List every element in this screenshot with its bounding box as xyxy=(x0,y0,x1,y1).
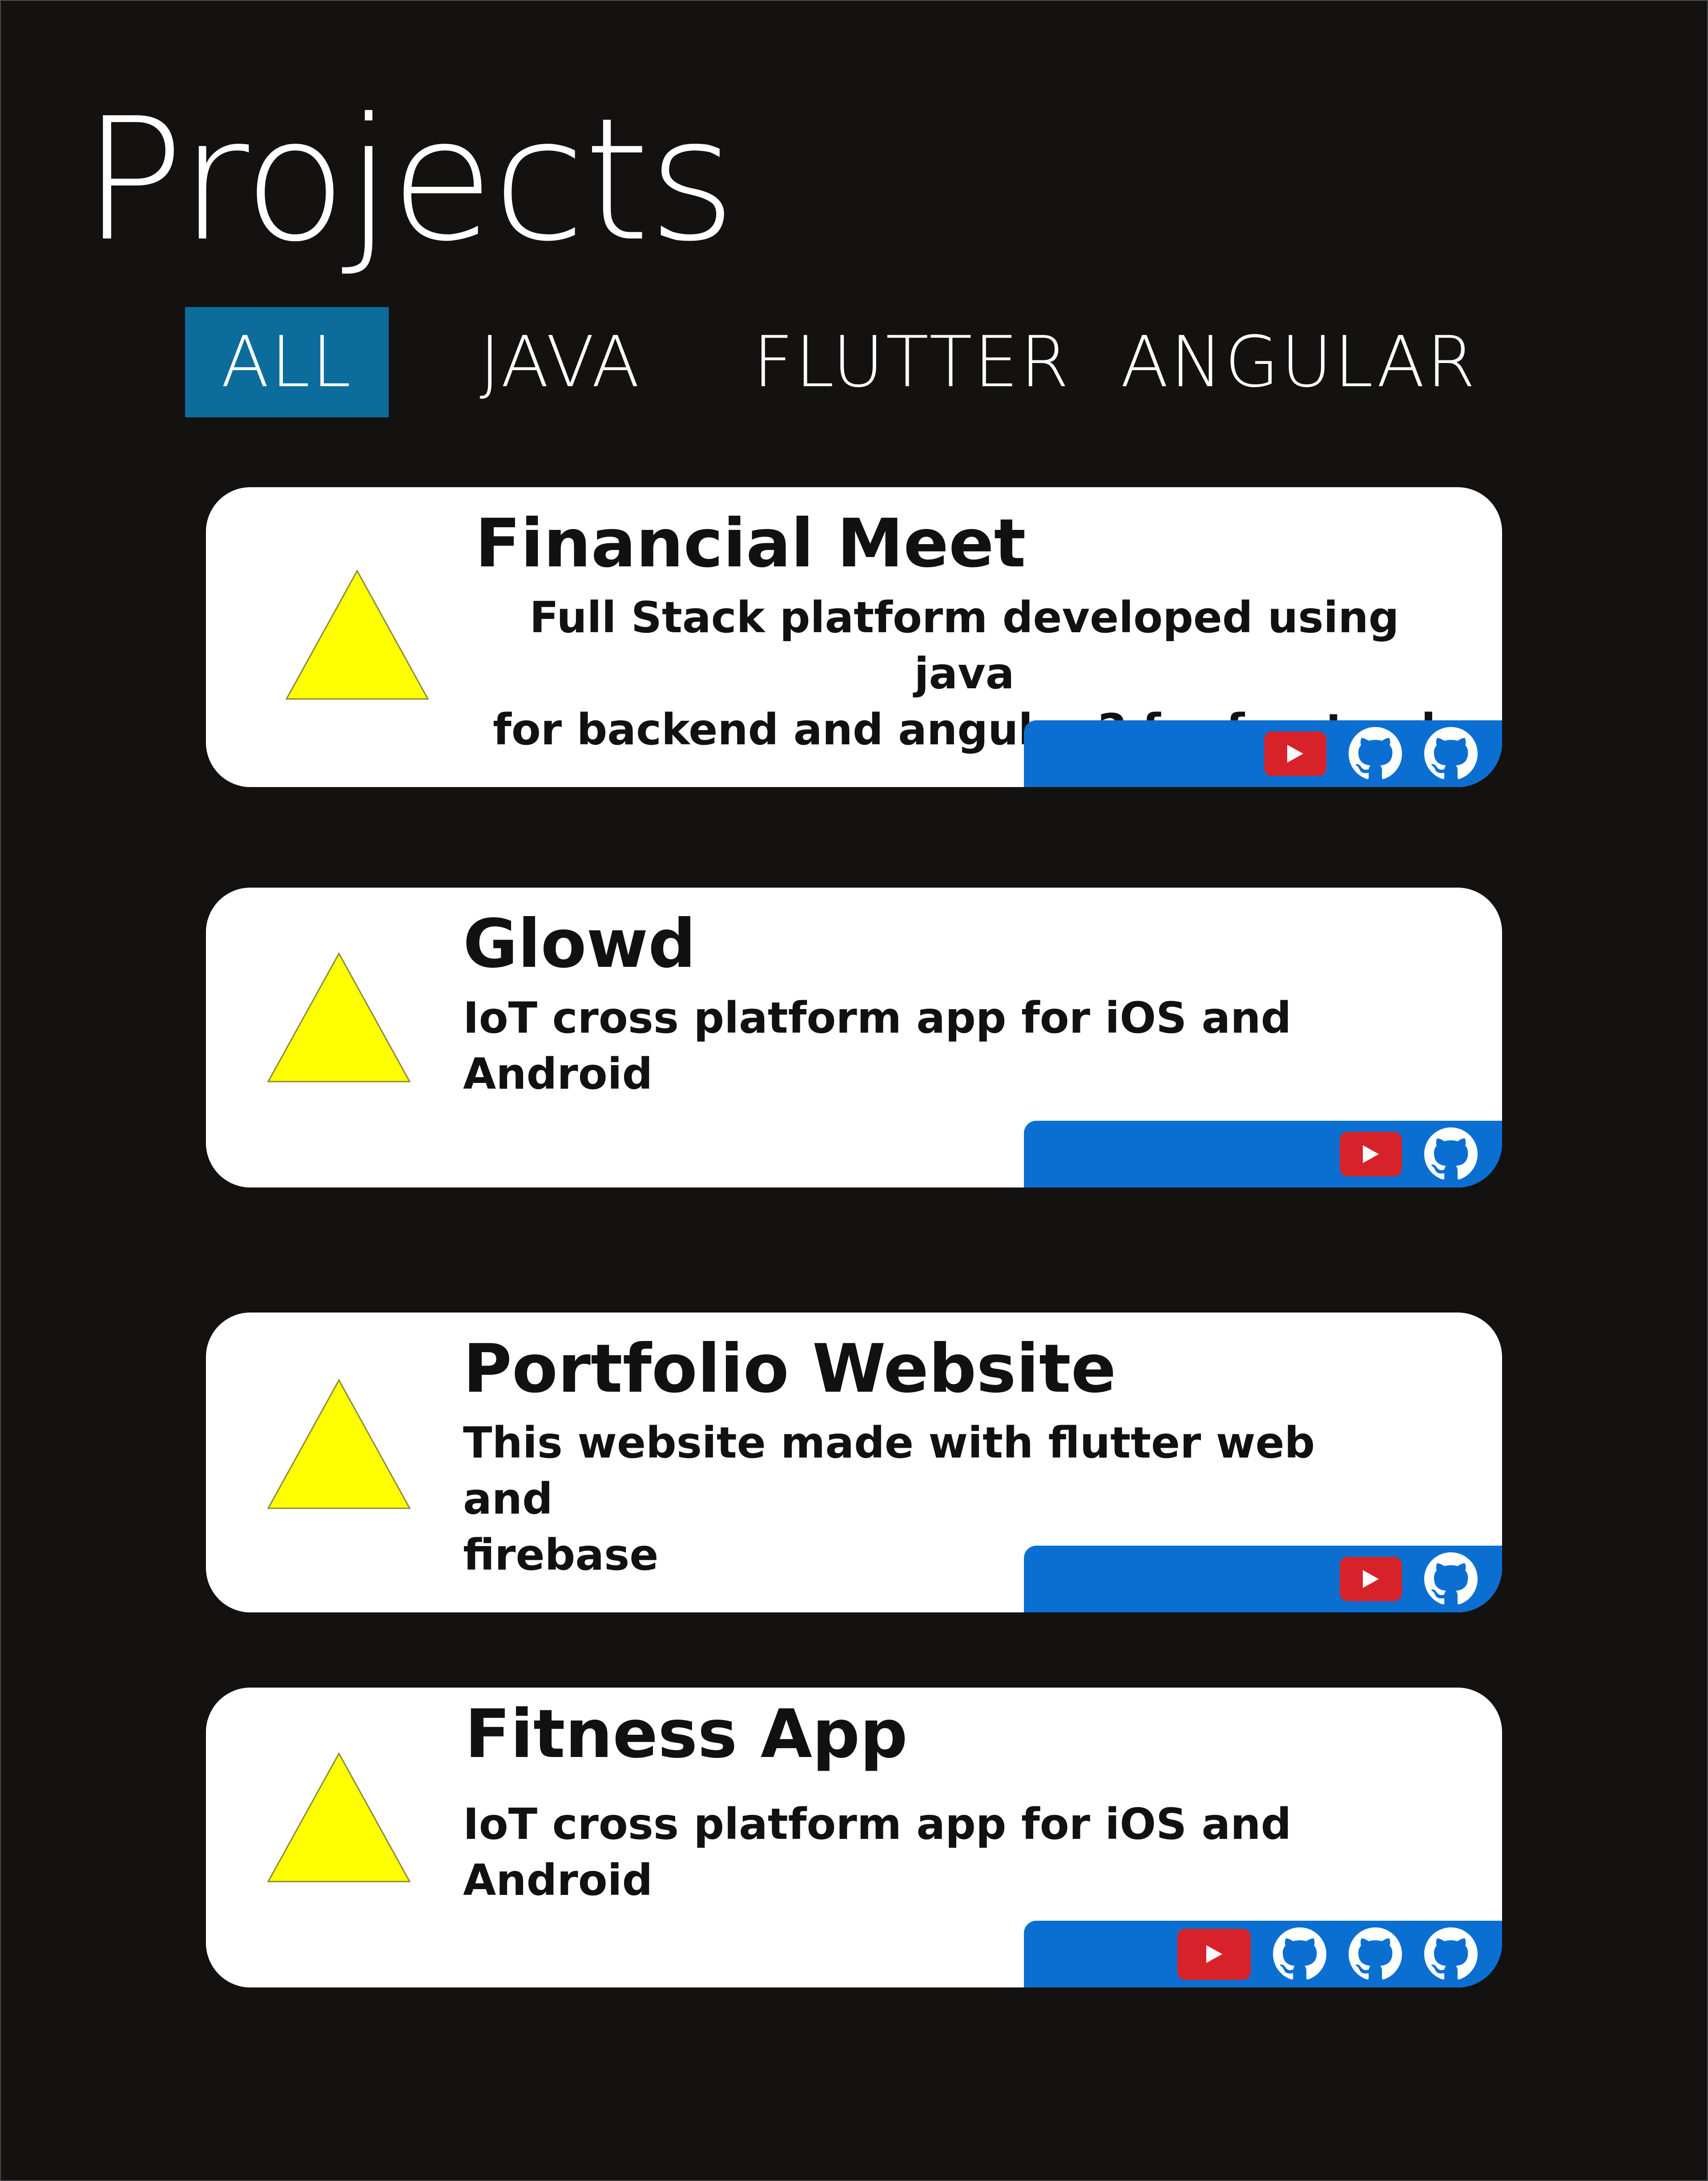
project-link-bar xyxy=(1024,1921,1502,1987)
project-description: IoT cross platform app for iOS and Andro… xyxy=(463,990,1442,1102)
project-description-line: IoT cross platform app for iOS and Andro… xyxy=(463,993,1292,1099)
project-thumbnail-icon xyxy=(266,951,412,1084)
project-thumbnail-icon xyxy=(284,568,431,702)
project-description-line: Full Stack platform developed using java xyxy=(529,593,1399,699)
project-card-portfolio-website: Portfolio Website This website made with… xyxy=(206,1313,1502,1612)
project-card-financial-meet: Financial Meet Full Stack platform devel… xyxy=(206,487,1502,787)
project-description-line: IoT cross platform app for iOS and Andro… xyxy=(463,1799,1292,1905)
github-icon[interactable] xyxy=(1424,1552,1478,1606)
project-thumbnail-icon xyxy=(266,1377,412,1511)
project-title: Portfolio Website xyxy=(463,1330,1116,1408)
tab-angular[interactable]: ANGULAR xyxy=(1120,307,1477,417)
project-title: Fitness App xyxy=(465,1696,908,1773)
tab-java-label: JAVA xyxy=(479,321,641,403)
tab-java[interactable]: JAVA xyxy=(445,307,676,417)
youtube-icon[interactable] xyxy=(1340,1557,1402,1601)
youtube-icon[interactable] xyxy=(1264,731,1326,776)
youtube-icon[interactable] xyxy=(1340,1132,1402,1176)
project-thumbnail-icon xyxy=(266,1751,412,1884)
project-link-bar xyxy=(1024,1546,1502,1612)
youtube-icon[interactable] xyxy=(1177,1928,1251,1980)
github-icon[interactable] xyxy=(1273,1927,1326,1981)
tab-flutter[interactable]: FLUTTER xyxy=(753,307,1069,417)
project-link-bar xyxy=(1024,1121,1502,1187)
github-icon[interactable] xyxy=(1424,727,1478,780)
project-link-bar xyxy=(1024,720,1502,787)
tab-angular-label: ANGULAR xyxy=(1120,321,1477,403)
project-title: Glowd xyxy=(463,905,696,983)
project-card-glowd: Glowd IoT cross platform app for iOS and… xyxy=(206,888,1502,1187)
project-description-line: This website made with flutter web and xyxy=(463,1418,1315,1524)
github-icon[interactable] xyxy=(1349,727,1402,780)
page-title: Projects xyxy=(82,81,736,279)
project-card-fitness-app: Fitness App IoT cross platform app for i… xyxy=(206,1688,1502,1987)
project-description: IoT cross platform app for iOS and Andro… xyxy=(463,1796,1442,1908)
tab-all[interactable]: ALL xyxy=(185,307,389,417)
github-icon[interactable] xyxy=(1424,1927,1478,1981)
github-icon[interactable] xyxy=(1349,1927,1402,1981)
tab-all-label: ALL xyxy=(221,321,353,403)
project-title: Financial Meet xyxy=(475,505,1026,582)
github-icon[interactable] xyxy=(1424,1127,1478,1181)
tab-flutter-label: FLUTTER xyxy=(753,321,1071,403)
